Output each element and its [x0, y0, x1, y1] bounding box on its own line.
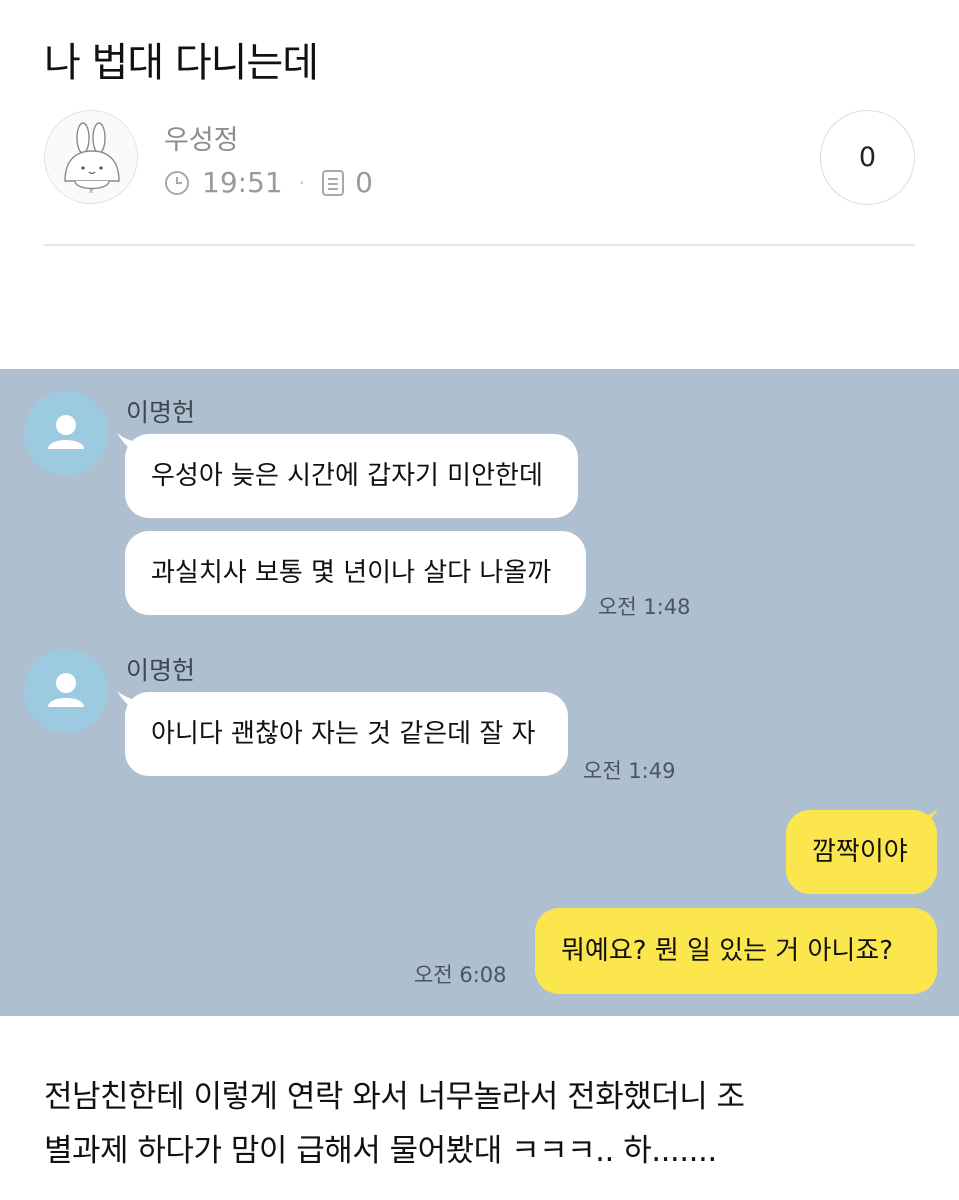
message-time: 오전 6:08: [414, 963, 507, 987]
sender-name: 이명헌: [126, 656, 196, 685]
author-row: x 우성정 19:51 · 0 0: [44, 110, 915, 206]
post-body-line: 전남친한테 이렇게 연락 와서 너무놀라서 전화했더니 조: [44, 1079, 745, 1115]
message-bubble[interactable]: 아니다 괜찮아 자는 것 같은데 잘 자: [125, 692, 568, 776]
message-bubble[interactable]: 과실치사 보통 몇 년이나 살다 나올까: [125, 531, 586, 615]
message-bubble[interactable]: 우성아 늦은 시간에 갑자기 미안한데: [125, 434, 578, 518]
comment-count-button[interactable]: 0: [820, 110, 915, 205]
author-name[interactable]: 우성정: [164, 118, 239, 157]
post-title: 나 법대 다니는데: [44, 40, 319, 86]
default-profile-icon: [48, 673, 84, 707]
post-time: 19:51: [202, 166, 283, 199]
my-message-bubble[interactable]: 뭐예요? 뭔 일 있는 거 아니죠?: [535, 908, 937, 994]
svg-text:x: x: [89, 187, 93, 195]
my-message-bubble[interactable]: 깜짝이야: [786, 810, 937, 894]
default-profile-icon: [48, 415, 84, 449]
sender-avatar[interactable]: [24, 391, 108, 475]
chat-screenshot: 이명헌 우성아 늦은 시간에 갑자기 미안한데 과실치사 보통 몇 년이나 살다…: [0, 369, 959, 1016]
post-meta: 19:51 · 0: [164, 166, 373, 199]
message-time: 오전 1:49: [583, 759, 676, 783]
post-body-line: 별과제 하다가 맘이 급해서 물어봤대 ㅋㅋㅋ.. 하.......: [44, 1133, 717, 1169]
meta-separator: ·: [298, 170, 306, 195]
document-icon: [322, 169, 345, 196]
sender-avatar[interactable]: [24, 649, 108, 733]
bunny-avatar-icon: x: [64, 122, 120, 195]
sender-name: 이명헌: [126, 398, 196, 427]
view-count: 0: [355, 166, 373, 199]
post-body: 전남친한테 이렇게 연락 와서 너무놀라서 전화했더니 조 별과제 하다가 맘이…: [44, 1070, 924, 1178]
author-avatar[interactable]: x: [44, 110, 138, 204]
clock-icon: [165, 170, 189, 195]
message-time: 오전 1:48: [598, 595, 691, 619]
header-divider: [44, 244, 915, 246]
